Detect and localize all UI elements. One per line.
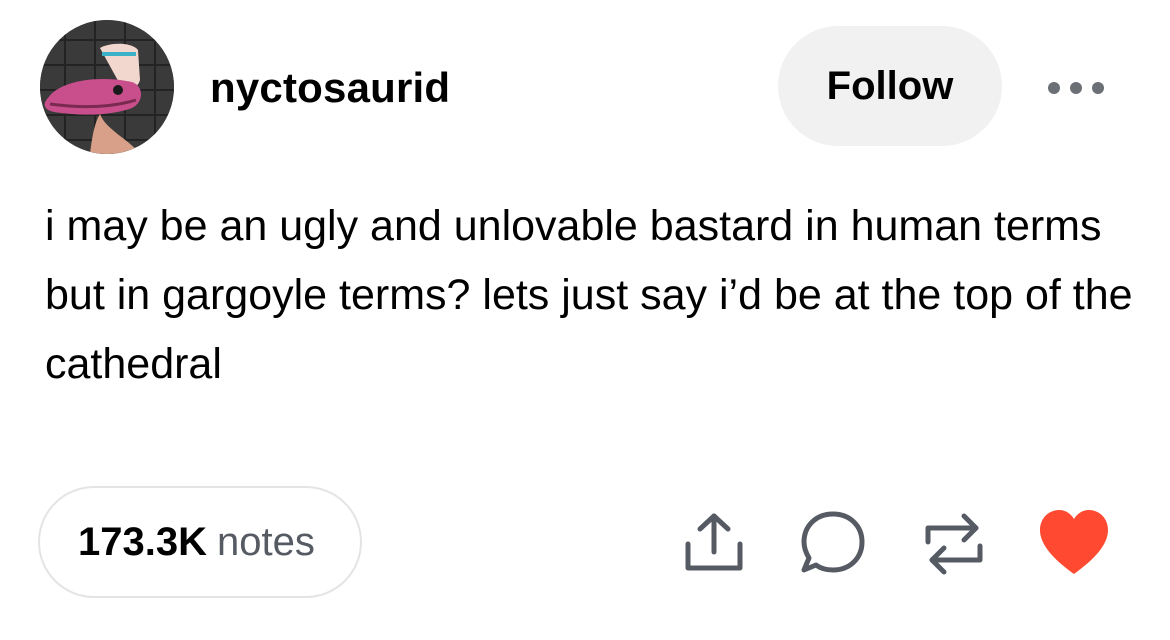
avatar-image (40, 20, 174, 154)
post-text: i may be an ugly and unlovable bastard i… (45, 202, 1133, 388)
more-dots-icon (1048, 82, 1104, 94)
username[interactable]: nyctosaurid (210, 64, 450, 112)
heart-icon[interactable] (1036, 506, 1112, 578)
reblog-icon[interactable] (918, 508, 990, 580)
avatar[interactable] (40, 20, 174, 154)
notes-count: 173.3K (78, 519, 207, 564)
notes-label: notes (216, 519, 315, 564)
share-icon[interactable] (680, 508, 748, 576)
more-options-button[interactable] (1040, 70, 1112, 106)
notes-button[interactable]: 173.3K notes (38, 486, 362, 598)
reply-icon[interactable] (798, 508, 868, 578)
follow-button[interactable]: Follow (778, 26, 1002, 146)
